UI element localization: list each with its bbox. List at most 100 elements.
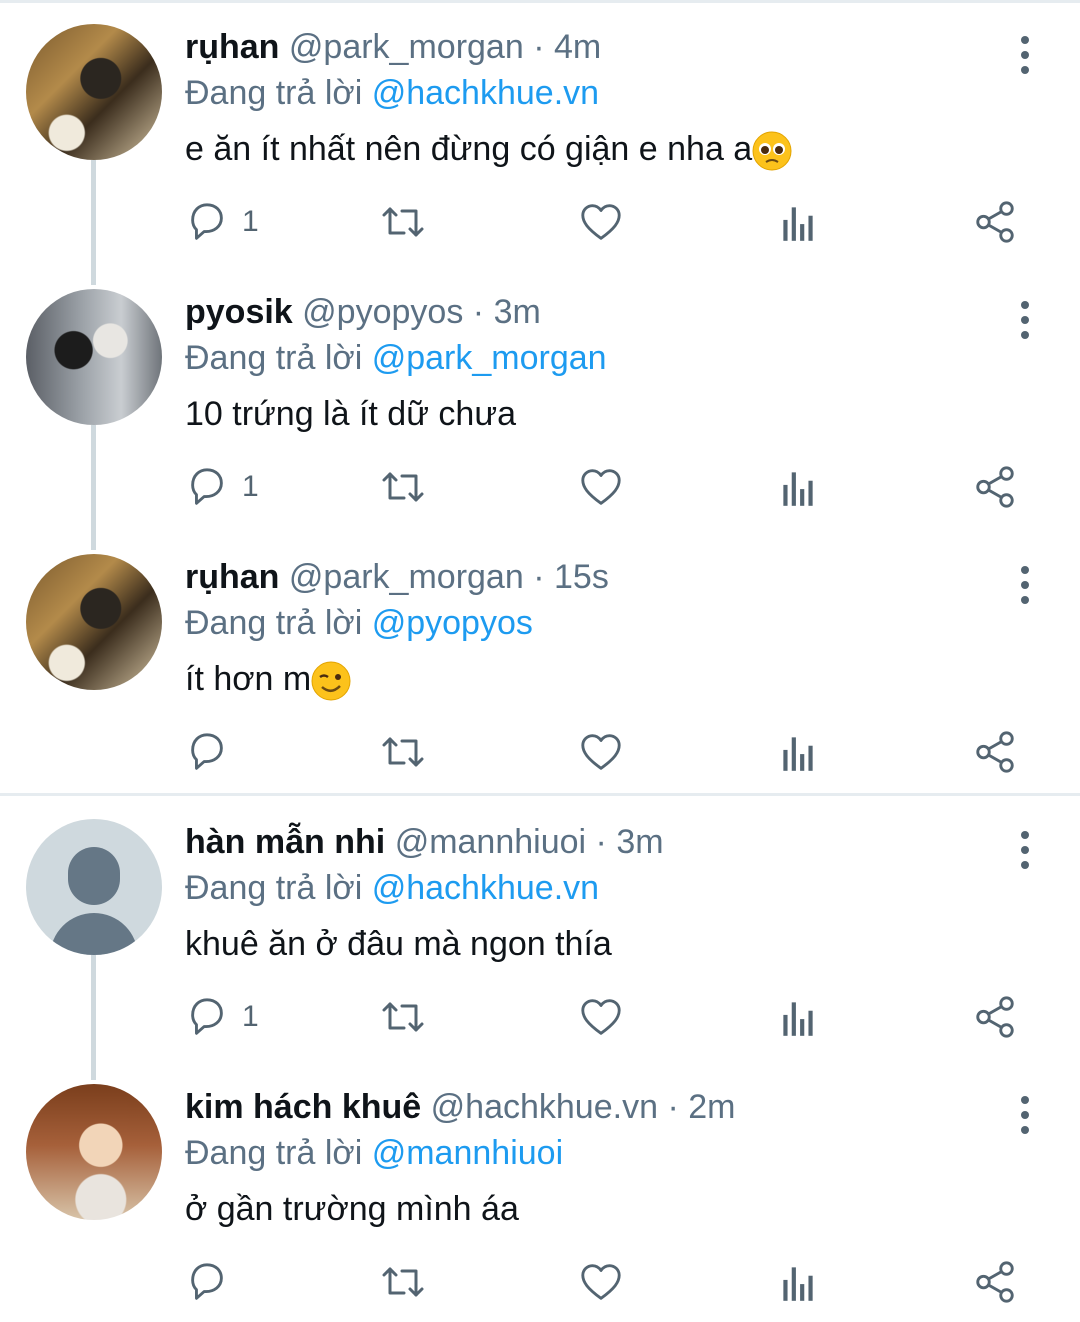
retweet-button[interactable] bbox=[378, 992, 428, 1042]
display-name[interactable]: rụhan bbox=[185, 558, 279, 596]
user-handle[interactable]: @park_morgan bbox=[289, 558, 524, 596]
display-name[interactable]: pyosik bbox=[185, 293, 293, 331]
like-button[interactable] bbox=[578, 1257, 624, 1307]
retweet-icon bbox=[382, 737, 424, 767]
timestamp[interactable]: 15s bbox=[554, 558, 609, 596]
display-name[interactable]: rụhan bbox=[185, 28, 279, 66]
tweet-header: pyosik @pyopyos · 3m bbox=[185, 289, 1005, 335]
reply-icon bbox=[191, 998, 223, 1035]
tweet-text: ở gần trường mình áa bbox=[185, 1190, 519, 1228]
view-count-button[interactable] bbox=[776, 197, 820, 247]
reply-button[interactable] bbox=[184, 1257, 242, 1307]
share-button[interactable] bbox=[972, 1257, 1018, 1307]
avatar[interactable] bbox=[26, 289, 162, 425]
separator-dot: · bbox=[667, 1088, 679, 1126]
view-count-button[interactable] bbox=[776, 462, 820, 512]
replying-to: Đang trả lời @park_morgan bbox=[185, 335, 1005, 381]
retweet-button[interactable] bbox=[378, 462, 428, 512]
separator-dot: · bbox=[472, 293, 485, 331]
share-button[interactable] bbox=[972, 727, 1018, 777]
like-button[interactable] bbox=[578, 992, 624, 1042]
replying-to: Đang trả lời @hachkhue.vn bbox=[185, 865, 1005, 911]
share-icon bbox=[976, 466, 1014, 508]
tweet-header: hàn mẫn nhi @mannhiuoi · 3m bbox=[185, 819, 1005, 865]
separator-dot: · bbox=[533, 28, 545, 66]
display-name[interactable]: kim hách khuê bbox=[185, 1088, 421, 1126]
user-handle[interactable]: @hachkhue.vn bbox=[431, 1088, 658, 1126]
user-handle[interactable]: @park_morgan bbox=[289, 28, 524, 66]
share-button[interactable] bbox=[972, 992, 1018, 1042]
view-count-button[interactable] bbox=[776, 727, 820, 777]
timestamp[interactable]: 3m bbox=[494, 293, 541, 331]
reply-button[interactable] bbox=[184, 727, 242, 777]
avatar[interactable] bbox=[26, 554, 162, 690]
tweet-content: hàn mẫn nhi @mannhiuoi · 3m Đang trả lời… bbox=[185, 819, 1005, 967]
replying-to: Đang trả lời @mannhiuoi bbox=[185, 1130, 1005, 1176]
tweet-actions: 1 bbox=[0, 992, 1080, 1042]
tweet-actions bbox=[0, 1257, 1080, 1307]
reply-icon bbox=[191, 733, 223, 770]
heart-icon bbox=[581, 1264, 621, 1300]
like-button[interactable] bbox=[578, 197, 624, 247]
replying-to-label: Đang trả lời bbox=[185, 869, 363, 907]
heart-icon bbox=[581, 204, 621, 240]
reply-icon bbox=[191, 1263, 223, 1300]
retweet-icon bbox=[382, 1002, 424, 1032]
bar-chart-icon bbox=[783, 1267, 813, 1301]
reply-button[interactable]: 1 bbox=[184, 462, 259, 512]
retweet-button[interactable] bbox=[378, 1257, 428, 1307]
tweet-actions bbox=[0, 727, 1080, 777]
tweet-text: e ăn ít nhất nên đừng có giận e nha a bbox=[185, 126, 1005, 172]
user-handle[interactable]: @pyopyos bbox=[302, 293, 463, 331]
like-button[interactable] bbox=[578, 727, 624, 777]
more-options-icon[interactable] bbox=[1010, 1096, 1040, 1136]
reply-icon bbox=[191, 468, 223, 505]
mention-link[interactable]: @mannhiuoi bbox=[372, 1134, 563, 1172]
like-button[interactable] bbox=[578, 462, 624, 512]
replying-to-label: Đang trả lời bbox=[185, 339, 363, 377]
reply-button[interactable]: 1 bbox=[184, 197, 259, 247]
retweet-icon bbox=[382, 207, 424, 237]
more-options-icon[interactable] bbox=[1010, 831, 1040, 871]
more-options-icon[interactable] bbox=[1010, 36, 1040, 76]
more-options-icon[interactable] bbox=[1010, 566, 1040, 606]
replying-to: Đang trả lời @pyopyos bbox=[185, 600, 1005, 646]
more-options-icon[interactable] bbox=[1010, 301, 1040, 341]
share-button[interactable] bbox=[972, 197, 1018, 247]
replying-to-label: Đang trả lời bbox=[185, 604, 363, 642]
display-name[interactable]: hàn mẫn nhi bbox=[185, 823, 385, 861]
avatar[interactable] bbox=[26, 24, 162, 160]
tweet-content: rụhan @park_morgan · 4m Đang trả lời @ha… bbox=[185, 24, 1005, 172]
mention-link[interactable]: @pyopyos bbox=[372, 604, 533, 642]
winking-face-emoji-icon bbox=[311, 661, 352, 702]
view-count-button[interactable] bbox=[776, 992, 820, 1042]
mention-link[interactable]: @park_morgan bbox=[372, 339, 607, 377]
tweet-text-body: ít hơn m bbox=[185, 660, 312, 698]
retweet-icon bbox=[382, 1267, 424, 1297]
user-handle[interactable]: @mannhiuoi bbox=[395, 823, 586, 861]
tweet-header: rụhan @park_morgan · 15s bbox=[185, 554, 1005, 600]
replying-to: Đang trả lời @hachkhue.vn bbox=[185, 70, 1005, 116]
timestamp[interactable]: 3m bbox=[616, 823, 663, 861]
avatar[interactable] bbox=[26, 1084, 162, 1220]
timestamp[interactable]: 4m bbox=[554, 28, 601, 66]
mention-link[interactable]: @hachkhue.vn bbox=[372, 869, 599, 907]
thread-divider bbox=[0, 793, 1080, 796]
reply-button[interactable]: 1 bbox=[184, 992, 259, 1042]
tweet-header: kim hách khuê @hachkhue.vn · 2m bbox=[185, 1084, 1005, 1130]
share-button[interactable] bbox=[972, 462, 1018, 512]
timestamp[interactable]: 2m bbox=[688, 1088, 735, 1126]
view-count-button[interactable] bbox=[776, 1257, 820, 1307]
top-divider bbox=[0, 0, 1080, 3]
heart-icon bbox=[581, 999, 621, 1035]
default-avatar-icon[interactable] bbox=[26, 819, 162, 955]
share-icon bbox=[976, 1261, 1014, 1303]
bar-chart-icon bbox=[783, 207, 813, 241]
tweet-header: rụhan @park_morgan · 4m bbox=[185, 24, 1005, 70]
mention-link[interactable]: @hachkhue.vn bbox=[372, 74, 599, 112]
tweet-actions: 1 bbox=[0, 462, 1080, 512]
retweet-button[interactable] bbox=[378, 727, 428, 777]
reply-icon bbox=[191, 203, 223, 240]
retweet-button[interactable] bbox=[378, 197, 428, 247]
tweet-text: khuê ăn ở đâu mà ngon thía bbox=[185, 925, 612, 963]
